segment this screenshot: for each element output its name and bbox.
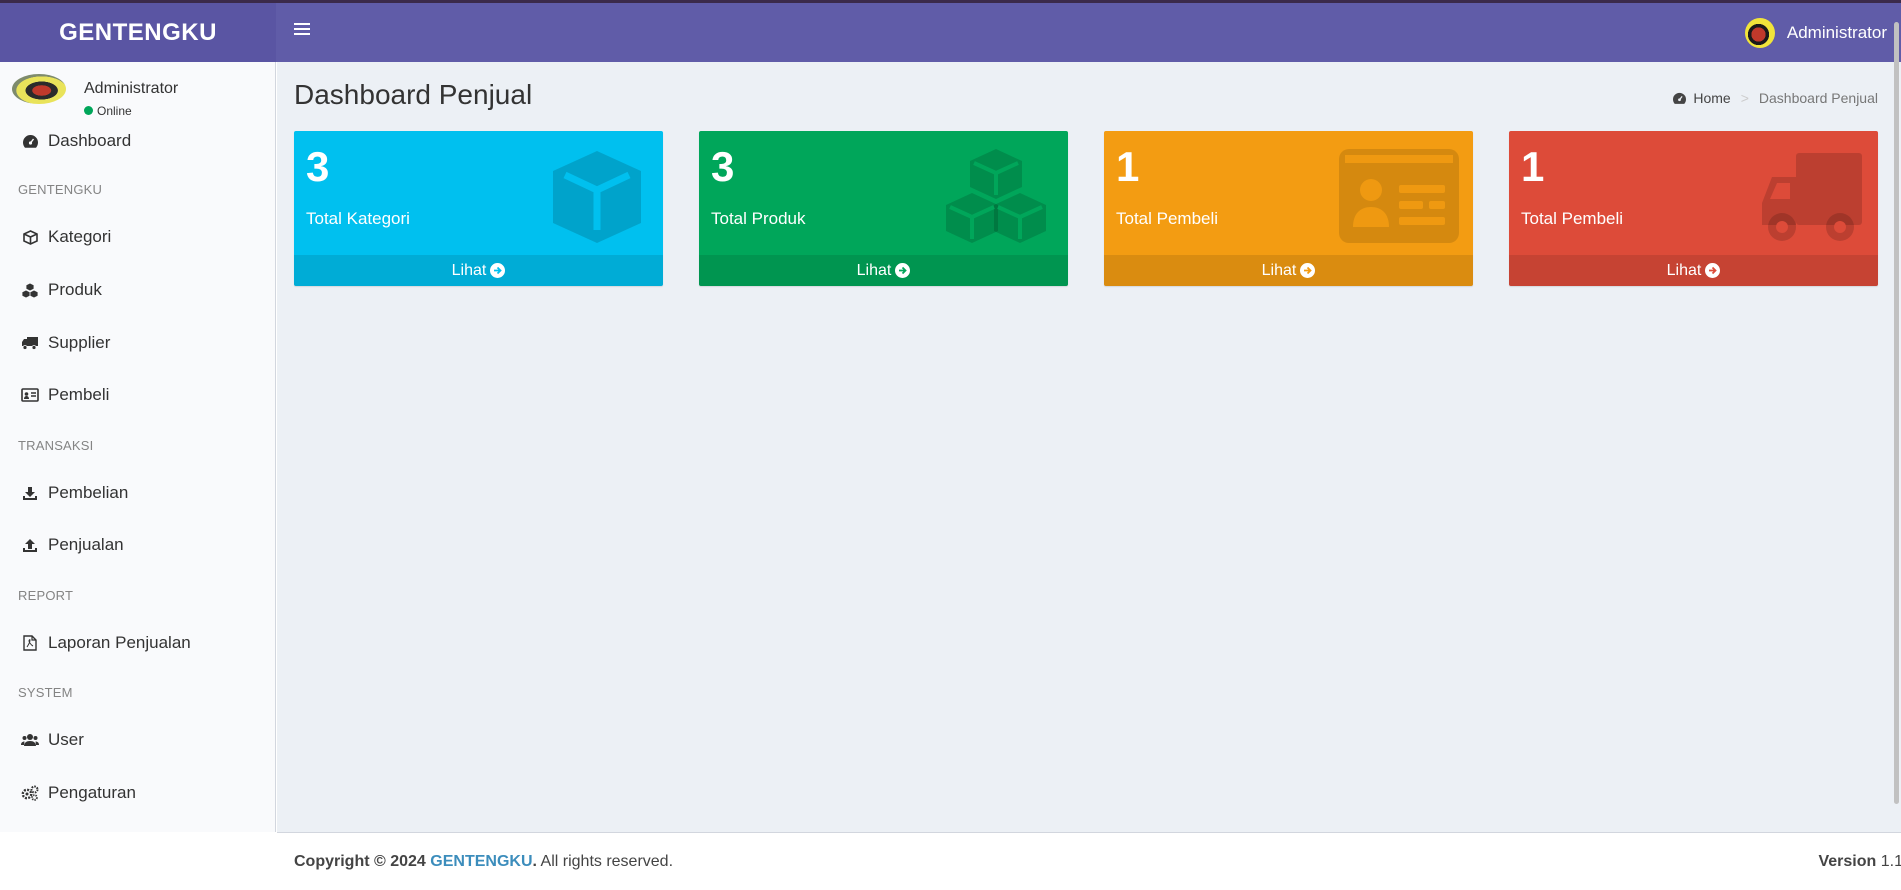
menu-header-system: SYSTEM <box>18 685 73 700</box>
sidebar-item-label: User <box>48 730 84 749</box>
pdf-file-icon <box>20 633 40 653</box>
stat-label: Total Kategori <box>306 209 410 228</box>
stat-label: Total Pembeli <box>1521 209 1624 228</box>
version-info: Version 1.1 <box>1818 853 1901 870</box>
breadcrumb: Home > Dashboard Penjual <box>1672 90 1878 106</box>
arrow-circle-right-icon <box>490 263 506 278</box>
main-content: Dashboard Penjual Home > Dashboard Penju… <box>277 62 1901 832</box>
stat-value: 1 <box>1521 143 1545 190</box>
stat-value: 3 <box>306 143 330 190</box>
stat-box-pembeli-2: 1 Total Pembeli Lihat <box>1509 131 1878 286</box>
users-icon <box>20 730 40 750</box>
stat-value: 1 <box>1116 143 1140 190</box>
dashboard-icon <box>1673 92 1687 104</box>
sidebar-item-dashboard[interactable]: Dashboard <box>0 121 275 161</box>
cubes-icon <box>20 280 40 300</box>
sidebar-item-pembelian[interactable]: Pembelian <box>0 473 275 513</box>
sidebar-item-label: Kategori <box>48 227 112 246</box>
avatar <box>12 74 66 104</box>
breadcrumb-home-link[interactable]: Home <box>1672 90 1731 106</box>
sidebar-item-penjualan[interactable]: Penjualan <box>0 525 275 565</box>
sidebar-item-label: Pembeli <box>48 385 110 404</box>
cube-icon <box>20 227 40 247</box>
top-navbar: Administrator <box>276 3 1901 62</box>
arrow-circle-right-icon <box>895 263 911 278</box>
app-logo[interactable]: GENTENGKU <box>0 3 276 62</box>
stat-label: Total Pembeli <box>1116 209 1219 228</box>
sidebar-item-laporan-penjualan[interactable]: Laporan Penjualan <box>0 623 275 663</box>
page-footer: Copyright © 2024 GENTENGKU. All rights r… <box>277 832 1901 890</box>
sidebar-item-label: Produk <box>48 280 102 299</box>
arrow-circle-right-icon <box>1705 263 1721 278</box>
sidebar-item-label: Pengaturan <box>48 783 136 802</box>
stat-box-kategori: 3 Total Kategori Lihat <box>294 131 663 286</box>
copyright-text: Copyright © 2024 GENTENGKU. All rights r… <box>294 853 674 870</box>
stat-box-pembeli: 1 Total Pembeli Lihat <box>1104 131 1473 286</box>
sidebar-item-supplier[interactable]: Supplier <box>0 323 275 363</box>
avatar <box>1744 18 1775 48</box>
dashboard-icon <box>20 131 40 151</box>
sidebar: Administrator Online Dashboard GENTENGKU… <box>0 62 276 832</box>
stat-value: 3 <box>711 143 735 190</box>
stat-label: Total Produk <box>711 209 806 228</box>
upload-icon <box>20 535 40 555</box>
sidebar-item-label: Laporan Penjualan <box>48 633 191 652</box>
stat-box-produk: 3 Total Produk Lihat <box>699 131 1068 286</box>
sidebar-item-label: Pembelian <box>48 483 129 502</box>
sidebar-user-name: Administrator <box>84 80 179 97</box>
cube-icon <box>553 151 641 243</box>
gears-icon <box>20 783 40 803</box>
id-card-icon <box>20 385 40 405</box>
page-title: Dashboard Penjual <box>294 79 533 110</box>
sidebar-user-panel: Administrator Online <box>12 74 262 120</box>
sidebar-item-label: Dashboard <box>48 131 132 150</box>
status-online-icon <box>84 106 93 115</box>
navbar-user-name: Administrator <box>1786 23 1887 42</box>
truck-icon <box>20 333 40 353</box>
box-more-info-link[interactable]: Lihat <box>1509 255 1878 286</box>
arrow-circle-right-icon <box>1300 263 1316 278</box>
box-more-info-link[interactable]: Lihat <box>1104 255 1473 286</box>
box-more-info-link[interactable]: Lihat <box>294 255 663 286</box>
footer-brand-link[interactable]: GENTENGKU <box>430 853 532 870</box>
sidebar-item-pembeli[interactable]: Pembeli <box>0 375 275 415</box>
menu-header-report: REPORT <box>18 588 74 603</box>
menu-header-transaksi: TRANSAKSI <box>18 438 94 453</box>
sidebar-item-kategori[interactable]: Kategori <box>0 217 275 257</box>
sidebar-toggle-icon[interactable] <box>294 23 310 37</box>
sidebar-item-pengaturan[interactable]: Pengaturan <box>0 773 275 813</box>
cubes-icon <box>946 149 1046 243</box>
navbar-user-menu[interactable]: Administrator <box>1744 17 1887 49</box>
sidebar-item-label: Penjualan <box>48 535 124 554</box>
sidebar-item-label: Supplier <box>48 333 111 352</box>
page-scrollbar[interactable] <box>1894 22 1899 804</box>
box-more-info-link[interactable]: Lihat <box>699 255 1068 286</box>
breadcrumb-separator: > <box>1740 90 1749 106</box>
user-status: Online <box>84 104 132 118</box>
sidebar-item-produk[interactable]: Produk <box>0 270 275 310</box>
breadcrumb-current: Dashboard Penjual <box>1758 90 1878 106</box>
truck-icon <box>1762 153 1862 241</box>
footer-suffix: All rights reserved. <box>536 853 674 870</box>
download-icon <box>20 483 40 503</box>
menu-header-gentengku: GENTENGKU <box>18 182 103 197</box>
sidebar-item-user[interactable]: User <box>0 720 275 760</box>
id-card-icon <box>1339 149 1459 243</box>
